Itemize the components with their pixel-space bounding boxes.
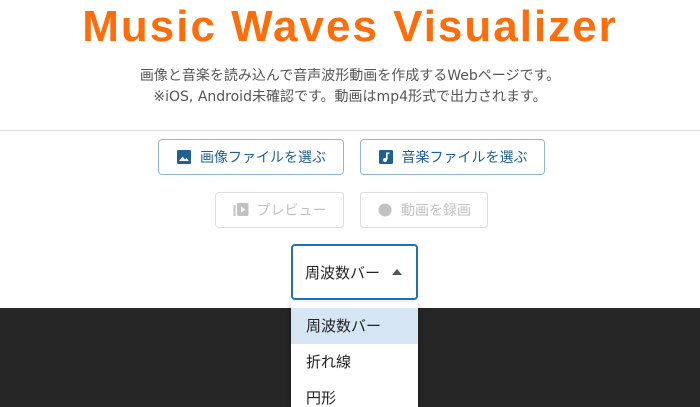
select-music-label: 音楽ファイルを選ぶ: [401, 150, 528, 166]
visualizer-type-value: 周波数バー: [305, 263, 381, 282]
divider: [0, 130, 700, 131]
preview-button[interactable]: プレビュー: [215, 192, 344, 228]
select-image-label: 画像ファイルを選ぶ: [200, 150, 326, 166]
music-note-icon: [378, 150, 393, 164]
record-button[interactable]: 動画を録画: [360, 192, 488, 228]
select-music-button[interactable]: 音楽ファイルを選ぶ: [360, 139, 545, 175]
menu-option-circle[interactable]: 円形: [291, 380, 418, 407]
visualizer-type-select[interactable]: 周波数バー: [291, 244, 418, 300]
menu-option-frequency-bar[interactable]: 周波数バー: [291, 308, 418, 344]
preview-label: プレビュー: [256, 203, 327, 219]
visualizer-type-menu: 周波数バー 折れ線 円形: [291, 302, 418, 407]
record-circle-icon: [378, 203, 392, 217]
image-icon: [177, 150, 191, 164]
play-video-icon: [233, 203, 248, 216]
select-image-button[interactable]: 画像ファイルを選ぶ: [158, 139, 344, 175]
menu-option-line[interactable]: 折れ線: [291, 344, 418, 380]
caret-up-icon: [392, 269, 402, 275]
description-line-1: 画像と音楽を読み込んで音声波形動画を作成するWebページです。: [139, 68, 561, 84]
record-label: 動画を録画: [401, 203, 471, 219]
page-description: 画像と音楽を読み込んで音声波形動画を作成するWebページです。 ※iOS, An…: [0, 66, 700, 108]
description-line-2: ※iOS, Android未確認です。動画はmp4形式で出力されます。: [153, 89, 547, 105]
page-title: Music Waves Visualizer: [82, 2, 618, 51]
